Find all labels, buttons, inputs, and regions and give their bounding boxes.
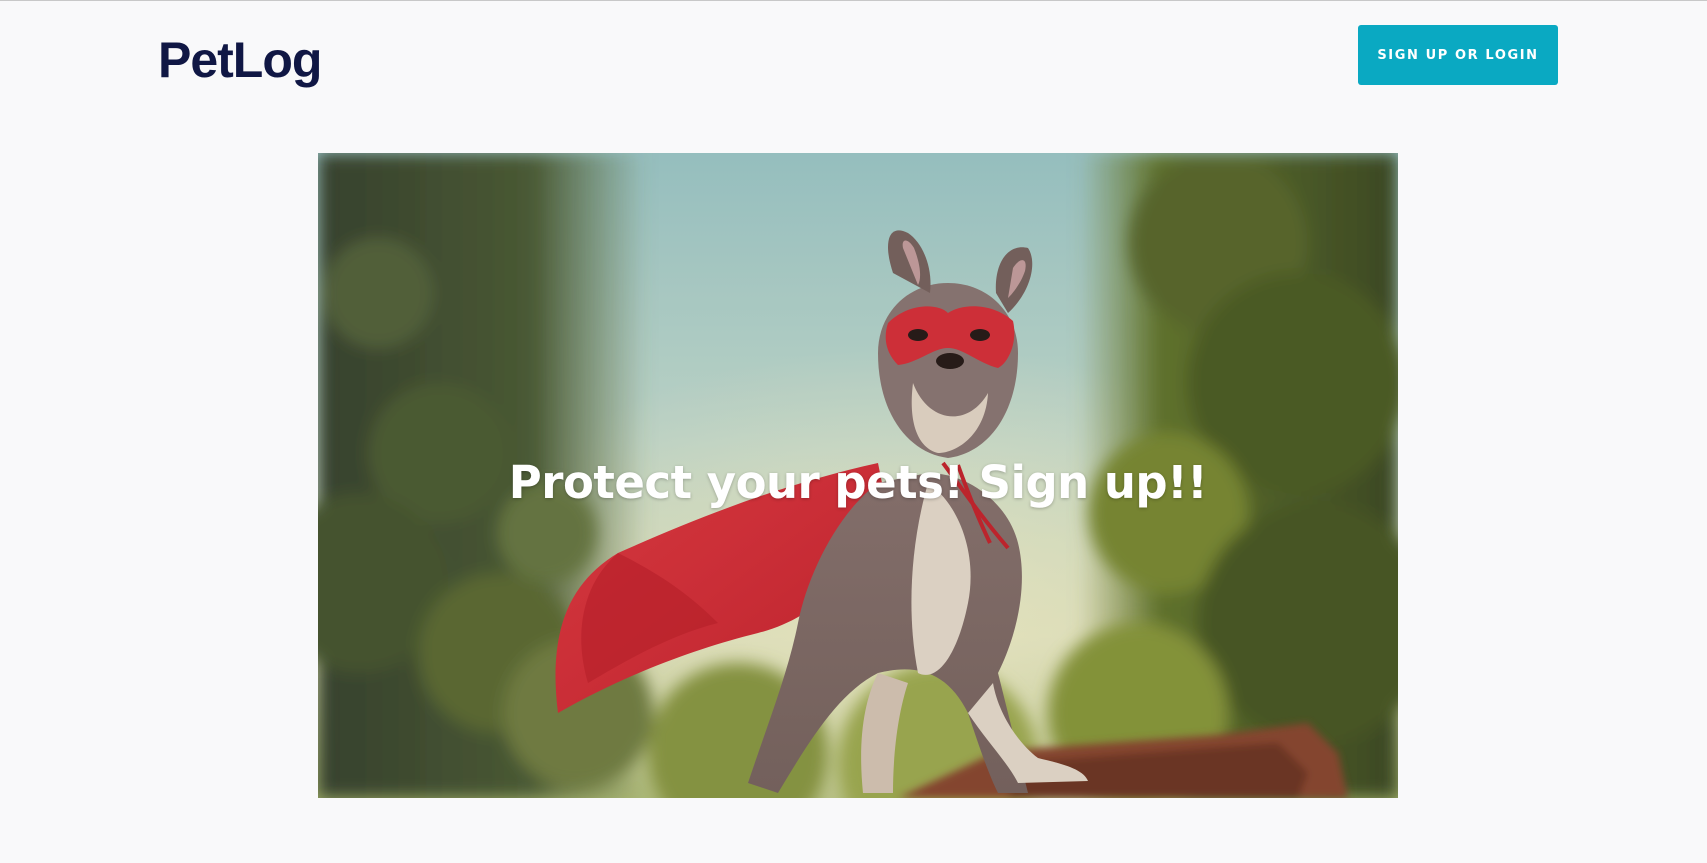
brand-logo[interactable]: PetLog (158, 29, 322, 91)
hero-banner: Protect your pets! Sign up!! (318, 153, 1398, 798)
hero-title: Protect your pets! Sign up!! (508, 456, 1208, 510)
signup-login-button[interactable]: SIGN UP OR LOGIN (1358, 25, 1558, 85)
navbar: PetLog SIGN UP OR LOGIN (0, 1, 1707, 112)
page: PetLog SIGN UP OR LOGIN Protect your pet… (0, 0, 1707, 863)
